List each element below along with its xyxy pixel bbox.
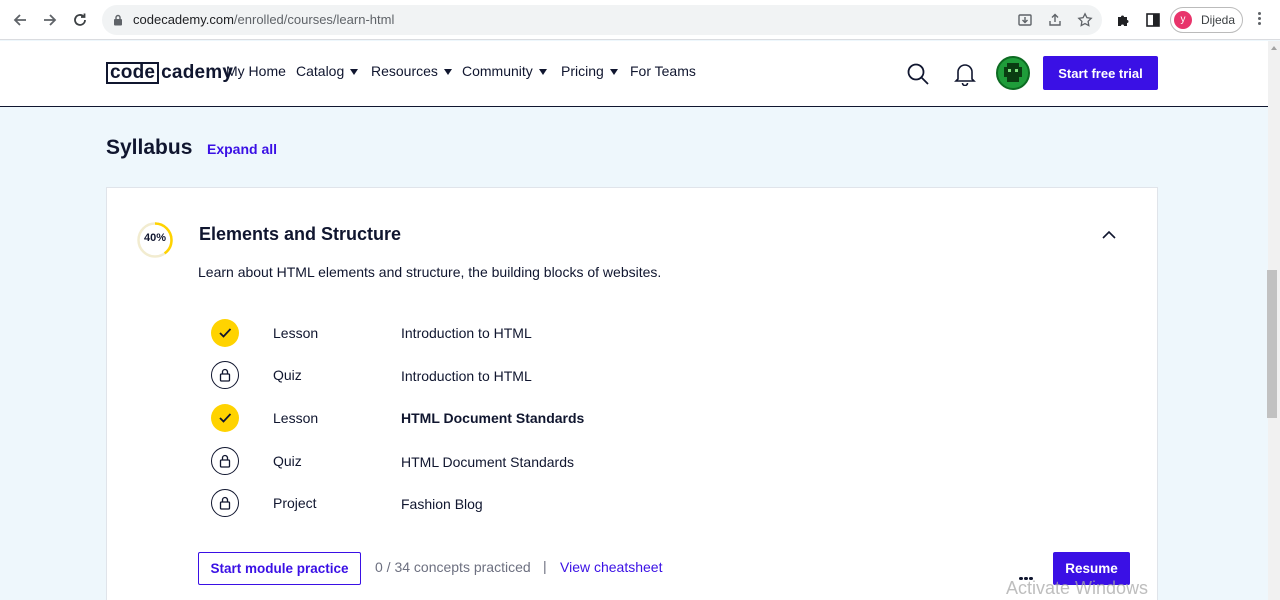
item-title[interactable]: Introduction to HTML <box>401 368 532 384</box>
profile-name: Dijeda <box>1201 13 1236 27</box>
lock-icon <box>211 361 239 389</box>
module-item-row[interactable]: Quiz HTML Document Standards <box>0 447 900 477</box>
bookmark-button[interactable] <box>1076 11 1094 29</box>
item-type: Lesson <box>273 325 319 341</box>
install-icon <box>1018 14 1032 26</box>
item-type: Quiz <box>273 367 302 383</box>
separator: | <box>543 558 547 574</box>
nav-catalog-label: Catalog <box>296 63 345 79</box>
puzzle-icon <box>1118 15 1129 26</box>
logo-box-text: code <box>106 61 160 84</box>
user-avatar[interactable] <box>996 56 1030 90</box>
reload-button[interactable] <box>68 8 92 32</box>
codecademy-logo[interactable]: code cademy <box>106 60 233 85</box>
module-description: Learn about HTML elements and structure,… <box>198 264 662 280</box>
back-button[interactable] <box>8 8 32 32</box>
nav-pricing[interactable]: Pricing <box>561 63 618 79</box>
start-free-trial-button[interactable]: Start free trial <box>1043 56 1158 90</box>
start-module-practice-button[interactable]: Start module practice <box>198 552 361 585</box>
module-title[interactable]: Elements and Structure <box>199 224 401 245</box>
side-panel-button[interactable] <box>1142 9 1164 31</box>
search-button[interactable] <box>904 60 932 88</box>
module-item-row[interactable]: Quiz Introduction to HTML <box>0 361 900 391</box>
module-item-row[interactable]: Project Fashion Blog <box>0 489 900 519</box>
nav-for-teams[interactable]: For Teams <box>630 63 696 79</box>
concepts-practiced-text: 0 / 34 concepts practiced <box>375 559 531 575</box>
logo-rest-text: cademy <box>161 61 234 83</box>
progress-percent: 40% <box>143 232 167 244</box>
scrollbar-thumb[interactable] <box>1267 270 1277 418</box>
caret-down-icon <box>350 69 359 75</box>
search-icon <box>907 63 929 85</box>
url-path: /enrolled/courses/learn-html <box>233 12 395 27</box>
item-type: Project <box>273 495 317 511</box>
check-icon <box>211 319 239 347</box>
item-title[interactable]: HTML Document Standards <box>401 410 584 426</box>
expand-all-link[interactable]: Expand all <box>207 141 277 157</box>
share-button[interactable] <box>1046 11 1064 29</box>
url-host: codecademy.com <box>133 12 234 27</box>
module-item-row[interactable]: Lesson Introduction to HTML <box>0 319 900 349</box>
site-header: code cademy My Home Catalog Resources Com… <box>0 41 1268 107</box>
nav-pricing-label: Pricing <box>561 63 604 79</box>
item-type: Quiz <box>273 453 302 469</box>
url-text: codecademy.com/enrolled/courses/learn-ht… <box>133 12 394 27</box>
browser-menu-button[interactable] <box>1252 10 1266 30</box>
lock-icon <box>211 489 239 517</box>
more-options-button[interactable] <box>1019 567 1035 580</box>
forward-button[interactable] <box>38 8 62 32</box>
nav-for-teams-label: For Teams <box>630 63 696 79</box>
reload-icon <box>74 13 86 26</box>
notifications-button[interactable] <box>951 60 979 88</box>
nav-my-home-label: My Home <box>226 63 286 79</box>
caret-down-icon <box>443 69 452 75</box>
item-title[interactable]: Introduction to HTML <box>401 325 532 341</box>
item-title[interactable]: HTML Document Standards <box>401 454 574 470</box>
caret-down-icon <box>538 69 547 75</box>
module-item-row[interactable]: Lesson HTML Document Standards <box>0 404 900 434</box>
chevron-up-icon[interactable] <box>1100 228 1118 242</box>
arrow-right-icon <box>44 14 57 26</box>
browser-toolbar: codecademy.com/enrolled/courses/learn-ht… <box>0 0 1280 40</box>
install-app-button[interactable] <box>1016 11 1034 29</box>
check-icon <box>211 404 239 432</box>
module-card <box>106 187 1158 600</box>
nav-catalog[interactable]: Catalog <box>296 63 359 79</box>
bell-icon <box>954 64 976 86</box>
lock-icon <box>211 447 239 475</box>
nav-community-label: Community <box>462 63 533 79</box>
pixel-avatar-icon <box>1004 63 1022 82</box>
side-panel-icon <box>1146 13 1160 27</box>
nav-my-home[interactable]: My Home <box>226 63 286 79</box>
nav-resources[interactable]: Resources <box>371 63 452 79</box>
windows-activation-watermark: Activate Windows <box>1006 578 1149 598</box>
item-type: Lesson <box>273 410 319 426</box>
share-icon <box>1049 13 1061 26</box>
syllabus-heading: Syllabus <box>106 136 193 159</box>
profile-button[interactable]: y Dijeda <box>1170 7 1243 33</box>
arrow-left-icon <box>13 14 26 26</box>
scroll-up-arrow-icon[interactable] <box>1271 46 1277 50</box>
lock-icon <box>114 14 122 26</box>
extensions-button[interactable] <box>1113 9 1135 31</box>
nav-resources-label: Resources <box>371 63 438 79</box>
address-bar[interactable]: codecademy.com/enrolled/courses/learn-ht… <box>102 5 1102 35</box>
star-icon <box>1077 12 1093 27</box>
profile-avatar: y <box>1174 11 1192 29</box>
caret-down-icon <box>609 69 618 75</box>
item-title[interactable]: Fashion Blog <box>401 496 483 512</box>
nav-community[interactable]: Community <box>462 63 547 79</box>
view-cheatsheet-link[interactable]: View cheatsheet <box>560 559 662 575</box>
